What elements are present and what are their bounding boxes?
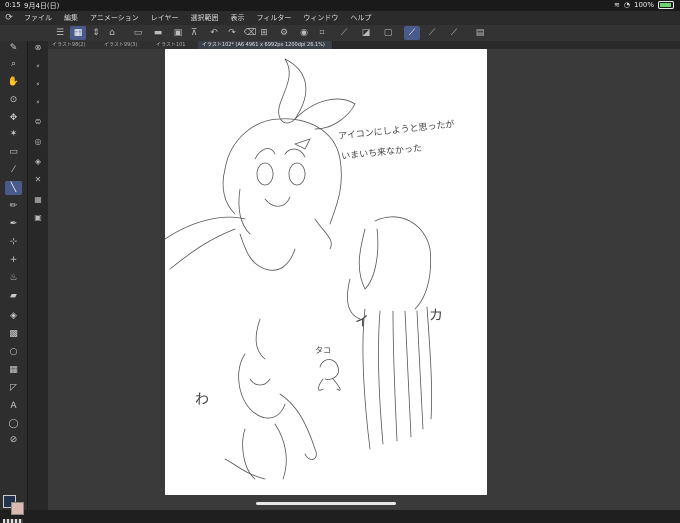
decoration-icon[interactable]: + xyxy=(5,253,22,267)
document-tab-bar: イラスト98(2) イラスト99(3) イラスト101 イラスト102* (A6… xyxy=(48,41,680,49)
transparent-color-swatch[interactable] xyxy=(3,519,23,523)
battery-percent: 100% xyxy=(633,1,654,9)
grid-snap-icon[interactable]: ⟋ xyxy=(446,26,462,40)
sub-tool-box-icon[interactable]: ▣ xyxy=(31,211,45,224)
pages-icon[interactable]: ▤ xyxy=(472,26,488,40)
move-icon[interactable]: ✥ xyxy=(5,111,22,125)
grid-icon[interactable]: ▢ xyxy=(380,26,396,40)
status-time: 0:15 xyxy=(5,1,21,9)
pen-tool-icon[interactable]: ✎ xyxy=(5,41,22,55)
undo-icon[interactable]: ↶ xyxy=(206,26,222,40)
battery-icon xyxy=(658,1,674,9)
eyedropper-icon[interactable]: ⁄ xyxy=(5,163,22,177)
orientation-lock-icon: ◔ xyxy=(623,1,630,9)
fill-icon[interactable]: ◉ xyxy=(296,26,312,40)
canvas-area[interactable]: アイコンにしようと思ったが いまいち来なかった イ カ わ タコ xyxy=(48,49,680,510)
ruler-icon[interactable]: ◸ xyxy=(5,381,22,395)
zoom-icon[interactable]: ⌕ xyxy=(5,57,22,71)
sub-tool-pen-2-icon[interactable]: ⸗ xyxy=(31,77,45,90)
sketch-label-i: イ xyxy=(355,314,369,330)
menu-view[interactable]: 表示 xyxy=(225,13,251,23)
blend-icon[interactable]: ♨ xyxy=(5,271,22,285)
text-icon[interactable]: A xyxy=(5,399,22,413)
menu-window[interactable]: ウィンドウ xyxy=(297,13,344,23)
eraser-icon[interactable]: ▰ xyxy=(5,289,22,303)
sub-tool-crossed-icon[interactable]: ✕ xyxy=(31,173,45,186)
export-icon[interactable]: ⊼ xyxy=(186,26,202,40)
command-bar: ☰ ▦ ⇕ ⌂ ▭ ▬ ▣ ⊼ ↶ ↷ ⌫ ⊞ ⚙ ◉ ⌗ ⟋ ◪ ▢ ⟋ ⟋ … xyxy=(0,25,680,42)
new-file-icon[interactable]: ⌂ xyxy=(104,26,120,40)
menu-edit[interactable]: 編集 xyxy=(58,13,84,23)
menu-layer[interactable]: レイヤー xyxy=(145,13,185,23)
sub-tool-pen-3-icon[interactable]: ⸗ xyxy=(31,95,45,108)
fill-bucket-icon[interactable]: ◈ xyxy=(5,309,22,323)
tool-panel: ✎ ⌕ ✋ ⊙ ✥ ✶ ▭ ⁄ ╲ ✏ ✒ ⊹ + ♨ ▰ ◈ ▩ ○ ▦ ◸ … xyxy=(0,41,28,523)
ink-pen-icon[interactable]: ✒ xyxy=(5,217,22,231)
ruler-snap-icon[interactable]: ⟋ xyxy=(404,26,420,40)
crop-icon[interactable]: ⌗ xyxy=(314,26,330,40)
sketch-drawing xyxy=(165,58,433,480)
sub-tool-layer-icon[interactable]: ⊜ xyxy=(31,115,45,128)
canvas-paper[interactable]: アイコンにしようと思ったが いまいち来なかった イ カ わ タコ xyxy=(165,49,487,495)
correct-line-icon[interactable]: ⊘ xyxy=(5,433,22,447)
stepper-icon[interactable]: ⇕ xyxy=(88,26,104,40)
sub-tool-grid-icon[interactable]: ▦ xyxy=(31,193,45,206)
status-date: 9月4日(日) xyxy=(24,2,60,10)
sub-tool-stack-icon[interactable]: ◎ xyxy=(31,135,45,148)
menu-file[interactable]: ファイル xyxy=(18,13,58,23)
menu-filter[interactable]: フィルター xyxy=(251,13,298,23)
frame-icon[interactable]: ▦ xyxy=(5,363,22,377)
sub-color-swatch[interactable] xyxy=(11,502,24,515)
sub-tool-pen-1-icon[interactable]: ⸗ xyxy=(31,59,45,72)
new-canvas-icon[interactable]: ▭ xyxy=(130,26,146,40)
menu-help[interactable]: ヘルプ xyxy=(344,13,377,23)
sketch-label-tako: タコ xyxy=(315,346,331,355)
select-icon[interactable]: ▭ xyxy=(5,145,22,159)
ios-status-bar: 0:15 9月4日(日) ≋ ◔ 100% xyxy=(0,0,680,11)
rotate-icon[interactable]: ⊙ xyxy=(5,93,22,107)
tab-illustration-98[interactable]: イラスト98(2) xyxy=(48,41,105,49)
menu-animation[interactable]: アニメーション xyxy=(84,13,145,23)
status-right: ≋ ◔ 100% xyxy=(614,1,674,9)
tab-illustration-102[interactable]: イラスト102* (A6 4961 x 6992px 1200dpi 26.1%… xyxy=(198,41,333,49)
special-ruler-icon[interactable]: ⟋ xyxy=(424,26,440,40)
invert-icon[interactable]: ◪ xyxy=(358,26,374,40)
balloon-icon[interactable]: ◯ xyxy=(5,417,22,431)
settings-icon[interactable]: ⚙ xyxy=(276,26,292,40)
tab-illustration-99[interactable]: イラスト99(3) xyxy=(100,41,157,49)
airbrush-icon[interactable]: ⊹ xyxy=(5,235,22,249)
save-icon[interactable]: ▣ xyxy=(170,26,186,40)
shape-icon[interactable]: ○ xyxy=(5,345,22,359)
tab-illustration-101[interactable]: イラスト101 xyxy=(152,41,203,49)
sub-tool-settings-icon[interactable]: ⊗ xyxy=(31,41,45,54)
pencil-icon[interactable]: ✏ xyxy=(5,199,22,213)
brush-tool-icon[interactable]: ╲ xyxy=(5,181,22,195)
menu-bar: ⟳ ファイル 編集 アニメーション レイヤー 選択範囲 表示 フィルター ウィン… xyxy=(0,11,680,25)
sketch-label-wa: わ xyxy=(195,392,209,408)
wifi-icon: ≋ xyxy=(614,1,620,9)
sub-tool-layers-icon[interactable]: ◈ xyxy=(31,155,45,168)
transform-icon[interactable]: ⊞ xyxy=(256,26,272,40)
home-indicator[interactable] xyxy=(256,502,396,505)
sketch-label-ka: カ xyxy=(429,308,443,324)
clear-icon[interactable]: ⟋ xyxy=(336,26,352,40)
app-logo-icon[interactable]: ⟳ xyxy=(0,11,18,25)
menu-icon[interactable]: ☰ xyxy=(52,26,68,40)
layer-property-icon[interactable]: ▦ xyxy=(70,26,86,40)
redo-icon[interactable]: ↷ xyxy=(224,26,240,40)
hand-icon[interactable]: ✋ xyxy=(5,75,22,89)
open-folder-icon[interactable]: ▬ xyxy=(150,26,166,40)
magic-wand-icon[interactable]: ✶ xyxy=(5,127,22,141)
menu-selection[interactable]: 選択範囲 xyxy=(185,13,225,23)
gradient-icon[interactable]: ▩ xyxy=(5,327,22,341)
sub-tool-panel: ⊗ ⸗ ⸗ ⸗ ⊜ ◎ ◈ ✕ ▦ ▣ xyxy=(28,41,49,510)
